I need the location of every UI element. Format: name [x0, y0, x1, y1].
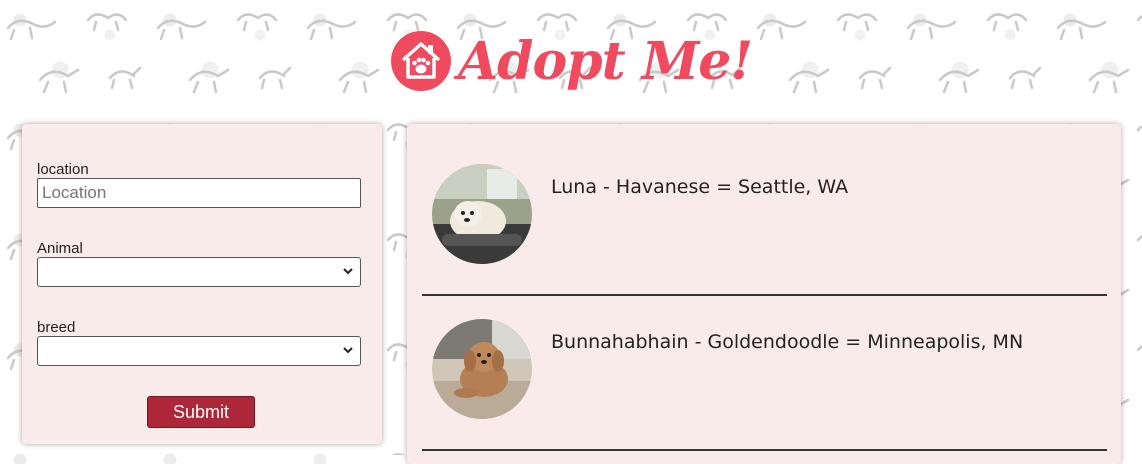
chevron-down-icon — [343, 268, 353, 275]
house-paw-icon[interactable] — [390, 30, 452, 92]
breed-select[interactable] — [37, 336, 361, 366]
location-label: location — [37, 161, 89, 178]
animal-label: Animal — [37, 240, 83, 257]
results-list: Luna - Havanese = Seattle, WA Bunnahabha… — [407, 124, 1121, 464]
white-havanese-dog-photo — [432, 164, 532, 264]
pet-name-breed-location[interactable]: Bunnahabhain - Goldendoodle = Minneapoli… — [551, 331, 1023, 353]
site-title[interactable]: Adopt Me! — [458, 31, 753, 92]
pet-card[interactable]: Luna - Havanese = Seattle, WA — [422, 139, 1107, 296]
chevron-down-icon — [343, 347, 353, 354]
search-form: location Animal breed Submit — [22, 124, 382, 444]
submit-button[interactable]: Submit — [147, 396, 255, 428]
pet-card[interactable]: Bunnahabhain - Goldendoodle = Minneapoli… — [422, 294, 1107, 451]
site-header: Adopt Me! — [0, 26, 1142, 96]
animal-select[interactable] — [37, 257, 361, 287]
location-input[interactable] — [37, 178, 361, 208]
pet-name-breed-location[interactable]: Luna - Havanese = Seattle, WA — [551, 176, 848, 198]
breed-label: breed — [37, 319, 76, 336]
goldendoodle-dog-photo — [432, 319, 532, 419]
